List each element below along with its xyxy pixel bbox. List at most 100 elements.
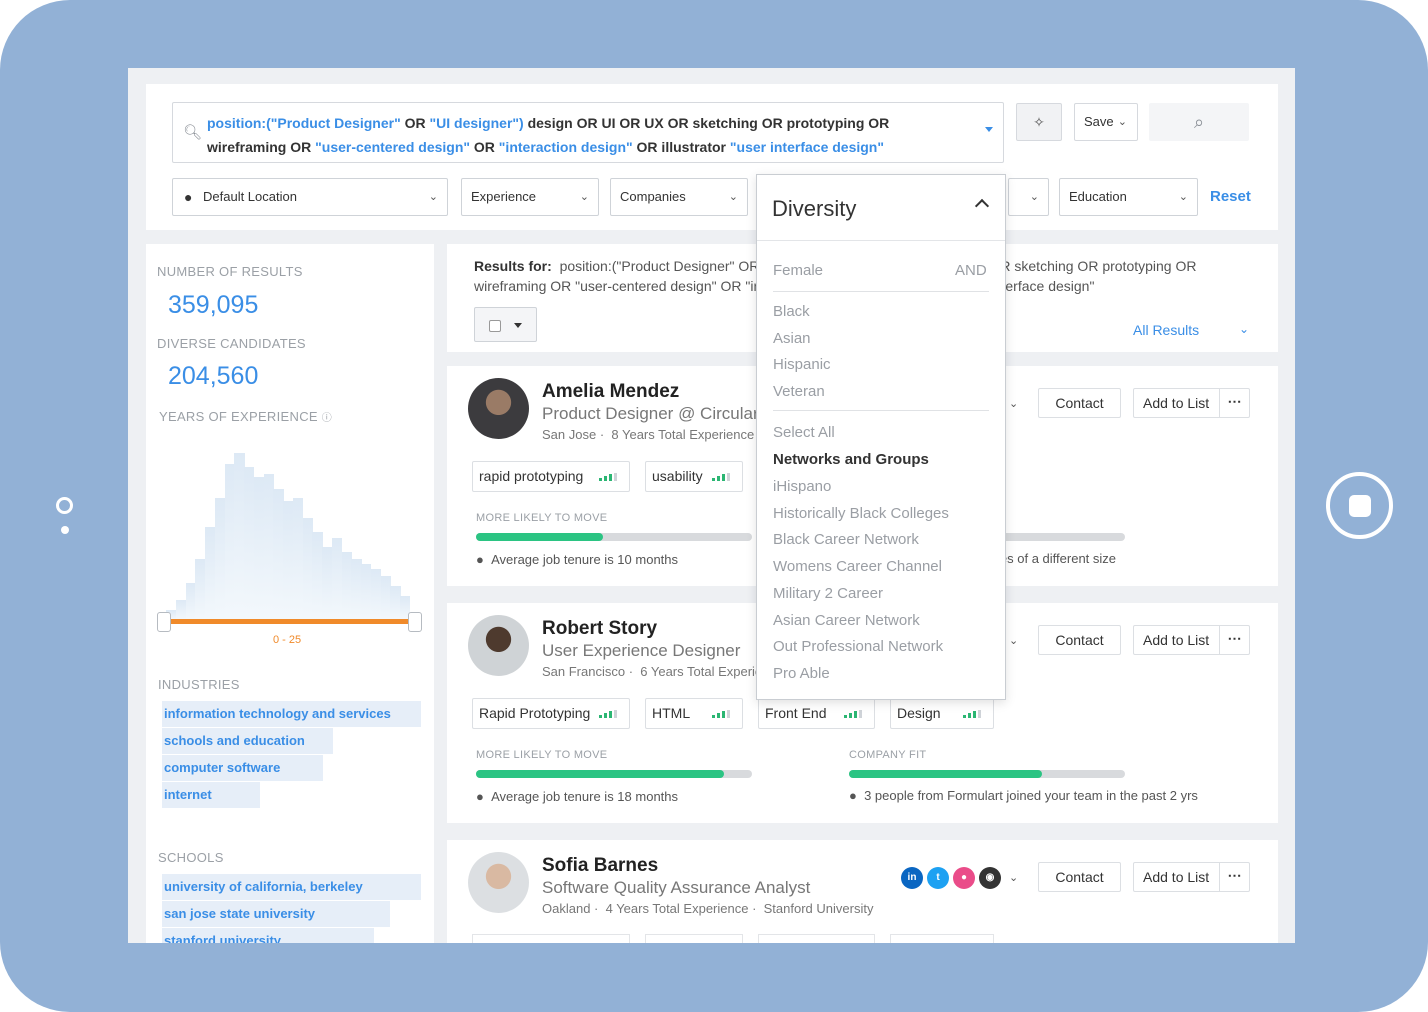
- more-options-icon[interactable]: ⋯: [1219, 626, 1249, 654]
- add-to-list-label: Add to List: [1143, 395, 1210, 411]
- range-max-handle[interactable]: [408, 612, 422, 632]
- chevron-down-icon[interactable]: ⌄: [1009, 867, 1018, 889]
- magic-wand-button[interactable]: ✧: [1016, 103, 1062, 141]
- avatar: [468, 378, 529, 439]
- contact-button[interactable]: Contact: [1038, 388, 1121, 418]
- location-filter[interactable]: ● Default Location ⌄: [172, 178, 448, 216]
- query-text[interactable]: position:("Product Designer" OR "UI desi…: [207, 111, 967, 159]
- skill-chip[interactable]: Design: [890, 698, 994, 729]
- facet-item[interactable]: computer software: [162, 755, 323, 781]
- home-button[interactable]: [1326, 472, 1393, 539]
- info-icon[interactable]: ⓘ: [322, 413, 332, 424]
- dropdown-option[interactable]: Womens Career Channel: [773, 558, 942, 575]
- histogram-bar: [341, 552, 352, 620]
- skill-chip[interactable]: Rapid Prototyping: [472, 698, 630, 729]
- query-term: position:("Product Designer": [207, 115, 401, 131]
- schools-header: SCHOOLS: [158, 850, 224, 865]
- search-button[interactable]: ⌕: [1149, 103, 1249, 141]
- facet-item[interactable]: internet: [162, 782, 261, 808]
- dribbble-icon[interactable]: ●: [953, 867, 975, 889]
- dropdown-option[interactable]: Asian Career Network: [773, 612, 920, 629]
- dropdown-option[interactable]: Pro Able: [773, 665, 830, 682]
- experience-filter-label: Experience: [471, 189, 537, 204]
- facet-item[interactable]: stanford university: [162, 928, 375, 943]
- all-results-dropdown[interactable]: All Results: [1133, 322, 1199, 338]
- candidate-name[interactable]: Amelia Mendez: [542, 381, 679, 403]
- candidate-name[interactable]: Robert Story: [542, 618, 657, 640]
- add-to-list-button[interactable]: Add to List ⋯: [1133, 625, 1250, 655]
- avatar: [468, 852, 529, 913]
- companies-filter[interactable]: Companies ⌄: [610, 178, 748, 216]
- reset-link[interactable]: Reset: [1210, 188, 1251, 205]
- more-options-icon[interactable]: ⋯: [1219, 389, 1249, 417]
- histogram-bar: [390, 586, 401, 620]
- experience-histogram: [166, 450, 411, 620]
- histogram-bar: [234, 453, 245, 620]
- facet-item[interactable]: university of california, berkeley: [162, 874, 421, 900]
- candidate-title: Software Quality Assurance Analyst: [542, 878, 811, 897]
- signal-strength-icon: [599, 710, 619, 718]
- signal-strength-icon: [844, 710, 864, 718]
- tenure-note: ● Average job tenure is 10 months: [476, 552, 679, 567]
- save-button[interactable]: Save ⌄: [1074, 103, 1138, 141]
- candidate-experience: 8 Years Total Experience: [611, 427, 755, 442]
- candidate-meta: San Francisco · 6 Years Total Experience: [542, 664, 784, 679]
- facet-item[interactable]: schools and education: [162, 728, 333, 754]
- more-options-icon[interactable]: ⋯: [1219, 863, 1249, 891]
- skill-chip[interactable]: Front End: [758, 698, 875, 729]
- twitter-icon[interactable]: t: [927, 867, 949, 889]
- dropdown-option[interactable]: Black: [773, 303, 810, 320]
- dropdown-option[interactable]: Hispanic: [773, 356, 831, 373]
- query-operator: design OR UI OR UX OR sketching OR proto…: [523, 115, 890, 131]
- github-icon[interactable]: ◉: [979, 867, 1001, 889]
- add-to-list-button[interactable]: Add to List ⋯: [1133, 388, 1250, 418]
- and-toggle[interactable]: AND: [955, 262, 987, 279]
- chevron-up-icon[interactable]: [974, 198, 990, 214]
- facet-item[interactable]: information technology and services: [162, 701, 421, 727]
- histogram-bar: [205, 526, 216, 620]
- skill-chip[interactable]: usability: [645, 461, 743, 492]
- candidate-meta: San Jose · 8 Years Total Experience: [542, 427, 755, 442]
- range-min-handle[interactable]: [157, 612, 171, 632]
- dropdown-option[interactable]: Asian: [773, 330, 811, 347]
- diversity-dropdown[interactable]: Diversity AND Female Black Asian Hispanic Ve…: [756, 174, 1006, 700]
- results-count-label: NUMBER OF RESULTS: [157, 264, 303, 279]
- contact-button[interactable]: Contact: [1038, 625, 1121, 655]
- hidden-filter[interactable]: ⌄: [1008, 178, 1049, 216]
- diversity-dropdown-header[interactable]: Diversity: [757, 175, 1005, 241]
- insights-sidebar: NUMBER OF RESULTS 359,095 DIVERSE CANDID…: [146, 244, 434, 943]
- bulk-select-dropdown[interactable]: [474, 307, 537, 342]
- dropdown-option[interactable]: Historically Black Colleges: [773, 505, 949, 522]
- caret-down-icon[interactable]: [985, 127, 993, 132]
- experience-range-track[interactable]: [171, 619, 415, 624]
- boolean-query-input[interactable]: 🔍︎ position:("Product Designer" OR "UI d…: [172, 102, 1004, 163]
- dropdown-option[interactable]: Out Professional Network: [773, 638, 943, 655]
- histogram-bar: [185, 582, 196, 620]
- linkedin-icon[interactable]: in: [901, 867, 923, 889]
- move-likelihood-fill: [476, 533, 603, 541]
- candidate-card[interactable]: Sofia Barnes Software Quality Assurance …: [447, 840, 1278, 943]
- dropdown-option[interactable]: Black Career Network: [773, 531, 919, 548]
- chevron-down-icon[interactable]: ⌄: [1009, 630, 1018, 652]
- chevron-down-icon[interactable]: ⌄: [1009, 393, 1018, 415]
- contact-button[interactable]: Contact: [1038, 862, 1121, 892]
- facet-item[interactable]: san jose state university: [162, 901, 390, 927]
- skill-label: Front End: [765, 705, 827, 721]
- dropdown-option[interactable]: Female: [773, 262, 823, 279]
- app-screen: 🔍︎ position:("Product Designer" OR "UI d…: [128, 68, 1295, 943]
- dropdown-option[interactable]: iHispano: [773, 478, 831, 495]
- experience-filter[interactable]: Experience ⌄: [461, 178, 599, 216]
- dropdown-option[interactable]: Select All: [773, 424, 835, 441]
- candidate-name[interactable]: Sofia Barnes: [542, 855, 658, 877]
- tenure-text: Average job tenure is 18 months: [491, 789, 679, 804]
- skill-chip[interactable]: rapid prototyping: [472, 461, 630, 492]
- query-operator: OR illustrator: [632, 139, 730, 155]
- skill-label: Design: [897, 705, 941, 721]
- dropdown-option[interactable]: Military 2 Career: [773, 585, 883, 602]
- select-all-checkbox[interactable]: [489, 320, 501, 332]
- histogram-bar: [224, 463, 235, 620]
- skill-chip[interactable]: HTML: [645, 698, 743, 729]
- education-filter[interactable]: Education ⌄: [1059, 178, 1198, 216]
- dropdown-option[interactable]: Veteran: [773, 383, 825, 400]
- add-to-list-button[interactable]: Add to List ⋯: [1133, 862, 1250, 892]
